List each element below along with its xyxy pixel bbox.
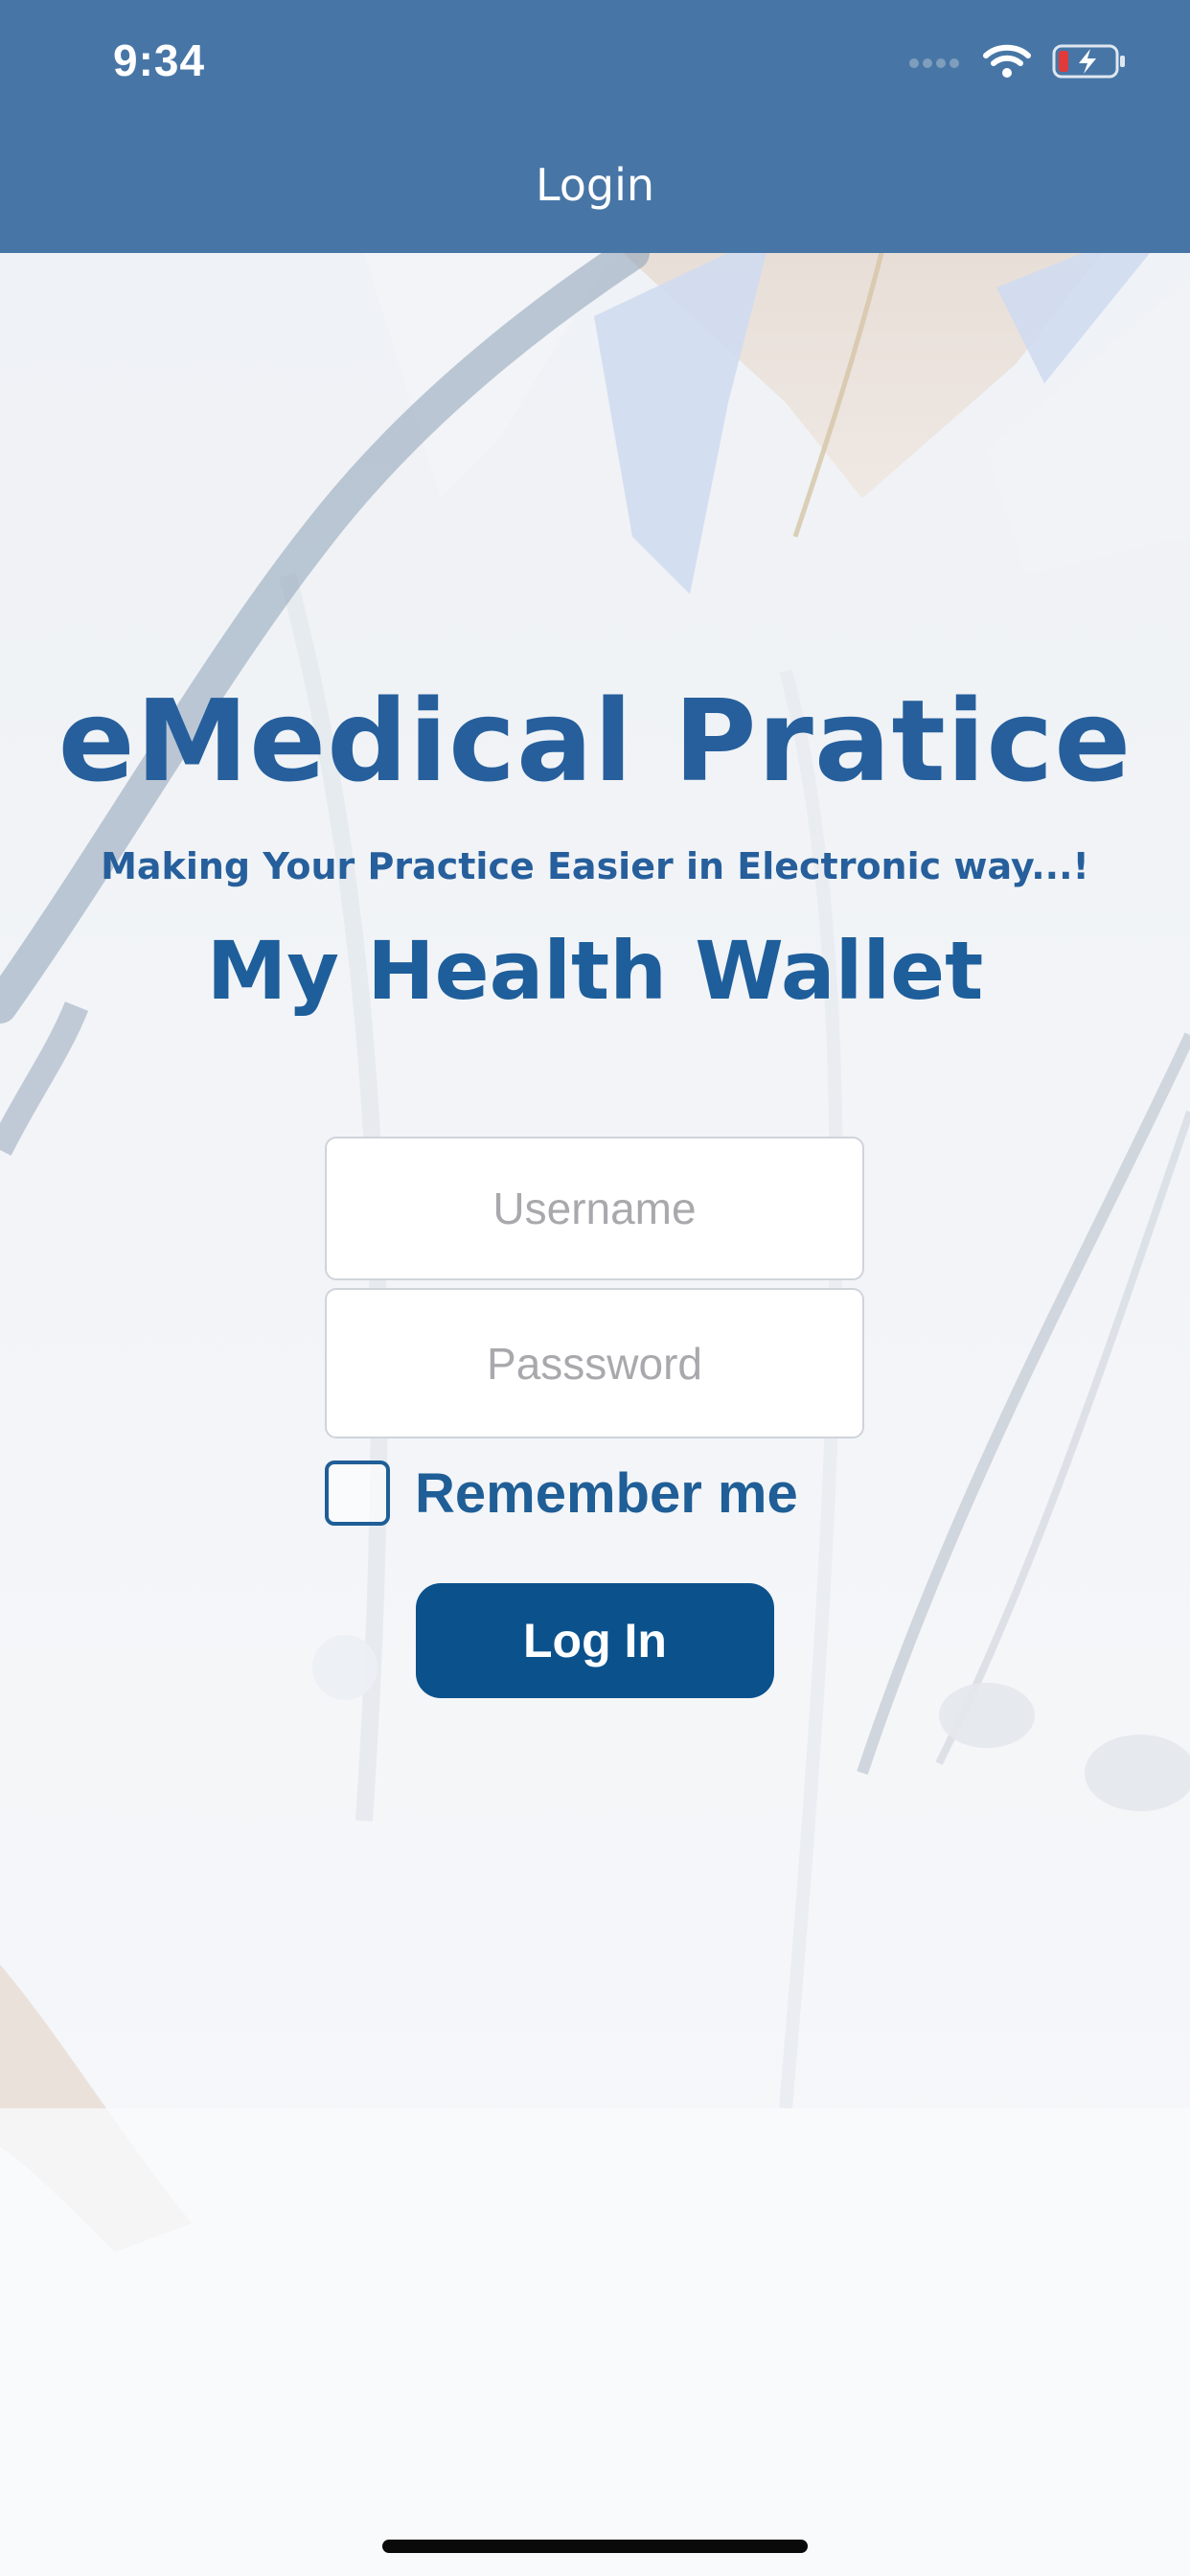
app-title: eMedical Pratice [57,675,1133,807]
status-time: 9:34 [113,35,206,85]
username-field[interactable] [325,1137,864,1280]
password-field[interactable] [325,1288,864,1438]
signal-dots-icon [908,55,962,73]
login-content: eMedical Pratice Making Your Practice Ea… [0,253,1190,2576]
remember-me-row[interactable]: Remember me [325,1460,798,1526]
password-input[interactable] [327,1289,862,1438]
battery-charging-icon [1052,43,1127,83]
remember-me-label[interactable]: Remember me [415,1461,798,1526]
app-tagline: Making Your Practice Easier in Electroni… [101,845,1089,887]
username-input[interactable] [327,1138,862,1279]
status-icons [908,42,1127,84]
nav-title: Login [535,159,655,211]
navigation-bar: 9:34 Login [0,0,1190,253]
remember-me-checkbox[interactable] [325,1460,390,1526]
home-indicator[interactable] [382,2540,808,2553]
login-button[interactable]: Log In [416,1583,774,1698]
wifi-icon [983,43,1031,83]
login-screen: 9:34 Login eMedical Pratice Making Your … [0,0,1190,2576]
app-subtitle: My Health Wallet [206,924,984,1018]
